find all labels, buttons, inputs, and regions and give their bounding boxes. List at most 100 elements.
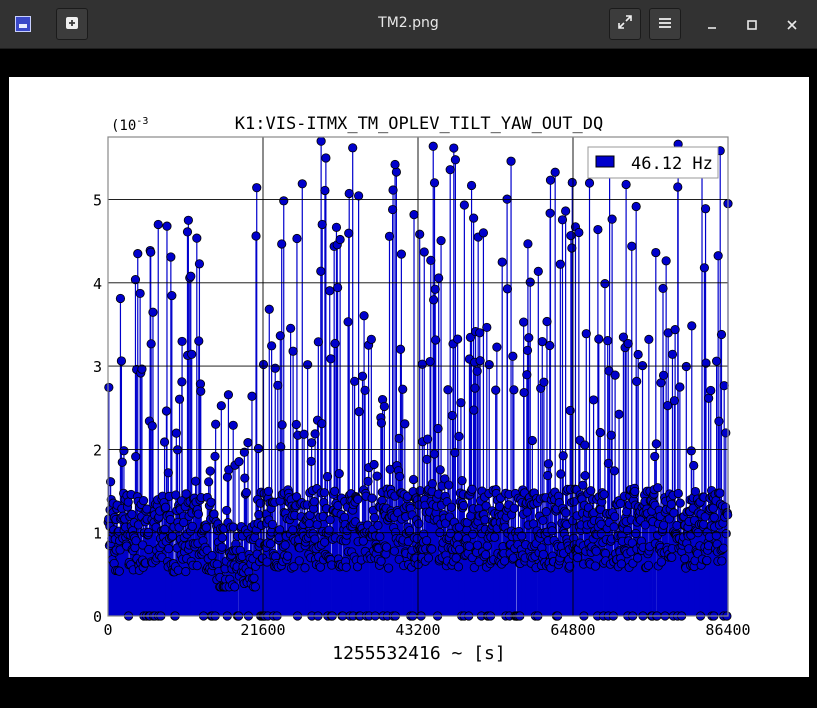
y-tick-label: 2 bbox=[93, 441, 102, 459]
data-point bbox=[566, 230, 576, 241]
data-point bbox=[117, 457, 127, 467]
data-point bbox=[166, 252, 176, 262]
data-point bbox=[429, 178, 440, 188]
data-point bbox=[334, 469, 344, 479]
data-point bbox=[258, 359, 269, 370]
data-point bbox=[633, 553, 643, 563]
title-bar: TM2.png bbox=[0, 0, 817, 49]
data-point bbox=[216, 401, 226, 411]
data-point bbox=[584, 178, 595, 188]
data-point bbox=[161, 406, 172, 416]
data-point bbox=[394, 433, 404, 443]
data-point bbox=[670, 325, 680, 335]
x-tick-label: 43200 bbox=[395, 621, 440, 639]
data-point bbox=[714, 416, 724, 426]
y-tick-label: 3 bbox=[93, 358, 102, 376]
data-point bbox=[247, 391, 257, 401]
data-point bbox=[533, 266, 543, 276]
data-point bbox=[192, 560, 202, 571]
data-point bbox=[580, 470, 590, 481]
data-point bbox=[201, 522, 211, 533]
data-point bbox=[422, 536, 432, 546]
data-point bbox=[423, 553, 434, 563]
data-point bbox=[187, 349, 197, 359]
data-point bbox=[344, 228, 354, 238]
data-point bbox=[470, 383, 480, 393]
data-point bbox=[181, 566, 191, 577]
data-point bbox=[558, 451, 568, 461]
data-point bbox=[458, 501, 469, 511]
data-point bbox=[468, 529, 478, 539]
data-point bbox=[252, 183, 262, 193]
data-point bbox=[359, 311, 369, 321]
data-point bbox=[317, 419, 327, 429]
data-point bbox=[482, 322, 492, 333]
data-point bbox=[447, 410, 457, 421]
data-point bbox=[453, 562, 464, 572]
menu-button[interactable] bbox=[649, 8, 681, 40]
data-point bbox=[594, 334, 604, 344]
data-point bbox=[580, 440, 590, 450]
data-point bbox=[288, 346, 298, 356]
data-point bbox=[275, 331, 285, 341]
data-point bbox=[497, 257, 507, 267]
data-point bbox=[569, 497, 579, 507]
data-point bbox=[114, 566, 124, 576]
data-point bbox=[279, 196, 289, 206]
data-point bbox=[408, 474, 419, 485]
data-point bbox=[478, 228, 489, 238]
data-point bbox=[163, 468, 173, 478]
data-point bbox=[538, 549, 549, 559]
data-point bbox=[381, 542, 392, 552]
data-point bbox=[433, 423, 443, 434]
data-point bbox=[525, 277, 535, 287]
data-point bbox=[417, 359, 427, 369]
image-canvas: 0 21600 43200 64800 86400 0 1 2 3 4 5 K1:VIS-ITMX_… bbox=[9, 77, 809, 677]
data-point bbox=[600, 279, 610, 289]
data-point bbox=[331, 222, 342, 232]
data-point bbox=[482, 541, 492, 551]
data-point bbox=[699, 263, 709, 273]
data-point bbox=[509, 503, 519, 513]
data-point bbox=[204, 477, 214, 487]
data-point bbox=[313, 337, 323, 347]
data-point bbox=[484, 360, 494, 370]
fullscreen-button[interactable] bbox=[609, 8, 641, 40]
data-point bbox=[627, 241, 637, 251]
data-point bbox=[367, 493, 377, 503]
close-button[interactable] bbox=[780, 12, 804, 36]
data-point bbox=[127, 509, 137, 519]
data-point bbox=[291, 419, 301, 430]
data-point bbox=[588, 395, 599, 405]
data-point bbox=[704, 393, 714, 403]
data-point bbox=[270, 363, 280, 373]
data-point bbox=[161, 502, 171, 512]
data-point bbox=[186, 271, 196, 281]
data-point bbox=[661, 256, 671, 266]
data-point bbox=[182, 227, 193, 237]
data-point bbox=[375, 532, 385, 542]
data-point bbox=[609, 466, 619, 476]
data-point bbox=[354, 407, 364, 417]
data-point bbox=[606, 430, 616, 440]
data-point bbox=[330, 338, 340, 349]
data-point bbox=[422, 454, 432, 464]
data-point bbox=[250, 582, 260, 592]
data-point bbox=[414, 519, 424, 529]
data-point bbox=[466, 180, 477, 191]
data-point bbox=[543, 459, 554, 469]
data-point bbox=[508, 351, 518, 361]
data-point bbox=[650, 451, 660, 462]
data-point bbox=[115, 293, 126, 304]
data-point bbox=[317, 219, 327, 230]
data-point bbox=[547, 526, 557, 536]
data-point bbox=[446, 502, 456, 512]
data-point bbox=[193, 509, 204, 519]
close-icon bbox=[787, 15, 797, 34]
y-tick-label: 5 bbox=[93, 191, 102, 209]
data-point bbox=[241, 488, 252, 498]
data-point bbox=[509, 385, 519, 395]
maximize-button[interactable] bbox=[740, 12, 764, 36]
data-point bbox=[310, 429, 320, 439]
minimize-button[interactable] bbox=[700, 12, 724, 36]
